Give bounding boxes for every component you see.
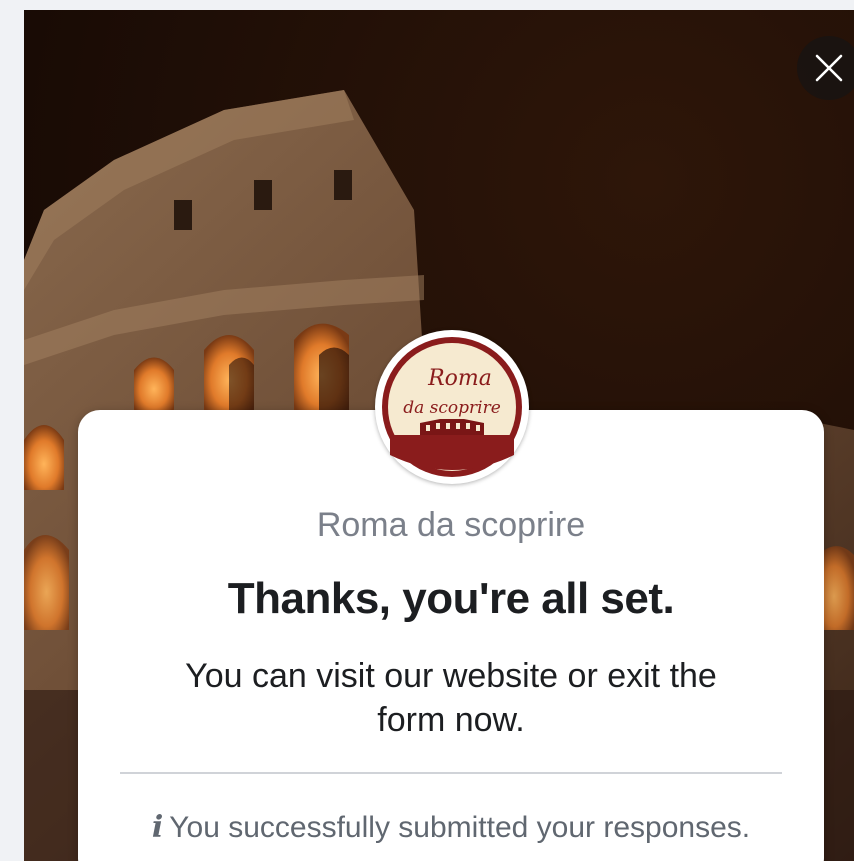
logo-text-line1: Roma xyxy=(427,366,492,391)
confirmation-headline: Thanks, you're all set. xyxy=(227,574,675,623)
confirmation-message: You can visit our website or exit the fo… xyxy=(185,657,717,739)
logo-text-line2: da scoprire xyxy=(403,398,501,418)
submission-status-text: You successfully submitted your response… xyxy=(169,811,751,844)
form-dialog: Roma da scoprire Thanks, you're all set.… xyxy=(24,10,854,861)
info-icon: i xyxy=(151,810,164,845)
close-button[interactable] xyxy=(797,36,854,100)
page-logo: Roma da scoprire xyxy=(375,330,529,484)
close-icon xyxy=(815,54,843,82)
submission-status: i You successfully submitted your respons… xyxy=(78,810,824,845)
divider xyxy=(120,772,782,774)
page-name: Roma da scoprire xyxy=(316,506,586,544)
page-logo-image: Roma da scoprire xyxy=(382,337,522,477)
